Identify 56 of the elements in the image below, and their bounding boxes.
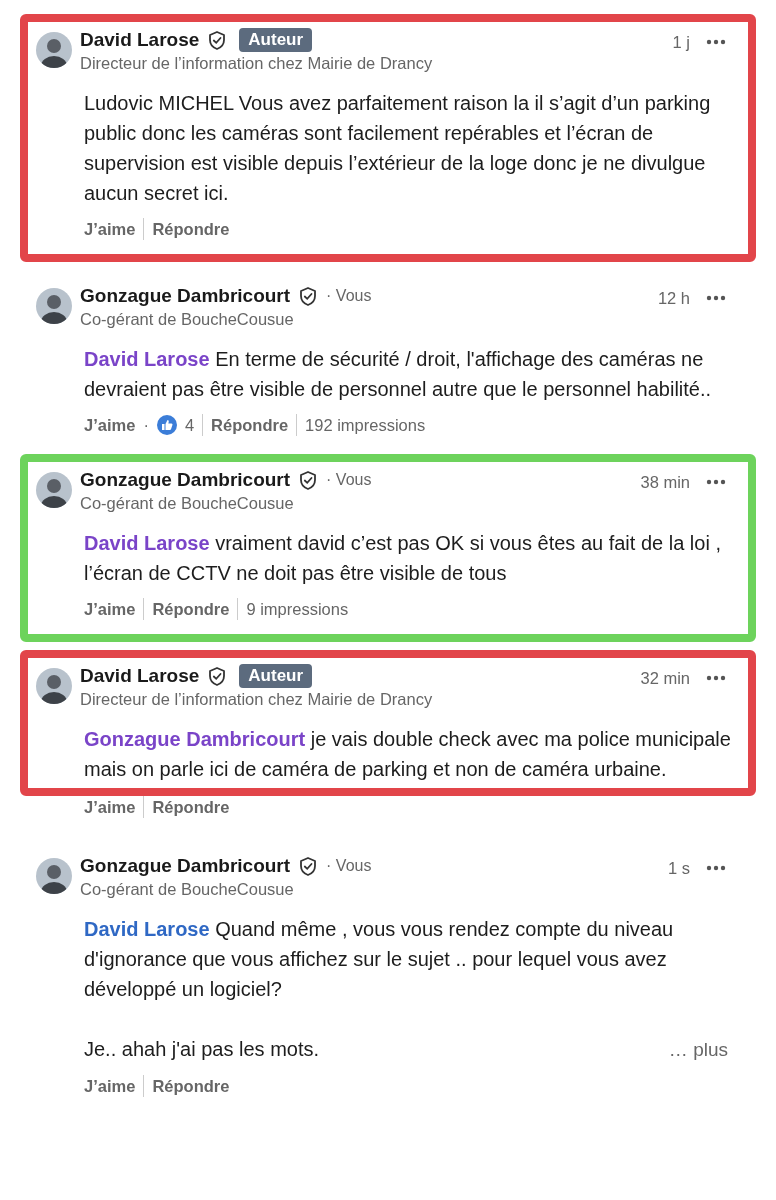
author-badge: Auteur (239, 664, 313, 688)
comment-text: Gonzague Dambricourt je vais double check avec ma police municipale mais on parle ici de caméra de parking et non de caméra urbaine. (84, 727, 732, 782)
author-name[interactable]: Gonzague Dambricourt (80, 468, 291, 492)
more-icon[interactable] (706, 674, 726, 683)
avatar[interactable] (36, 32, 72, 68)
mention-link[interactable]: Gonzague Dambricourt (84, 728, 306, 750)
reply-link[interactable]: Répondre (152, 598, 230, 620)
reply-link[interactable]: Répondre (152, 218, 230, 240)
more-icon[interactable] (706, 38, 726, 47)
you-label: · Vous (326, 856, 372, 876)
comment-text: David Larose Quand même , vous vous rendez compte du niveau d'ignorance que vous affichez sur le sujet .. pour lequel vous avez développé un logiciel? (84, 917, 675, 1002)
author-headline: Co-gérant de BoucheCousue (80, 493, 295, 514)
comment-time: 12 h (657, 288, 690, 309)
mention-link[interactable]: David Larose (84, 918, 210, 940)
comment-time: 1 j (672, 32, 690, 53)
like-link[interactable]: J’aime (84, 796, 136, 818)
comment-time: 38 min (640, 472, 690, 493)
reply-link[interactable]: Répondre (211, 414, 289, 436)
comment-time: 32 min (640, 668, 690, 689)
author-name[interactable]: David Larose (80, 28, 200, 52)
author-headline: Co-gérant de BoucheCousue (80, 309, 295, 330)
comment-text: David Larose En terme de sécurité / droit, l'affichage des caméras ne devraient pas être visible de personnel autre que le personnel habilité.. (84, 347, 713, 402)
more-icon[interactable] (706, 478, 726, 487)
author-headline: Directeur de l’information chez Mairie de Drancy (80, 689, 434, 710)
avatar[interactable] (36, 858, 72, 894)
author-name[interactable]: David Larose (80, 664, 200, 688)
see-more-link[interactable]: … plus (668, 1035, 728, 1065)
comment-text: Je.. ahah j'ai pas les mots. (84, 1037, 320, 1062)
author-headline: Co-gérant de BoucheCousue (80, 879, 295, 900)
like-link[interactable]: J’aime (84, 414, 136, 436)
more-icon[interactable] (706, 294, 726, 303)
you-label: · Vous (326, 286, 372, 306)
reply-link[interactable]: Répondre (152, 1075, 230, 1097)
like-link[interactable]: J’aime (84, 598, 136, 620)
comment-text: Ludovic MICHEL Vous avez parfaitement raison la il s’agit d’un parking public donc les caméras sont facilement repérables et l’écran de supervision est visible depuis l’extérieur de la loge donc je ne divulgue aucun secret ici. (84, 91, 712, 206)
mention-link[interactable]: David Larose (84, 348, 210, 370)
like-link[interactable]: J’aime (84, 1075, 136, 1097)
author-headline: Directeur de l’information chez Mairie de Drancy (80, 53, 434, 74)
thumbs-up-icon (156, 415, 177, 435)
reply-link[interactable]: Répondre (152, 796, 230, 818)
avatar[interactable] (36, 288, 72, 324)
more-icon[interactable] (706, 864, 726, 873)
reaction-count[interactable]: 4 (184, 414, 195, 436)
like-link[interactable]: J’aime (84, 218, 136, 240)
you-label: · Vous (326, 470, 372, 490)
mention-link[interactable]: David Larose (84, 532, 210, 554)
impressions-count: 192 impressions (305, 415, 426, 436)
author-name[interactable]: Gonzague Dambricourt (80, 284, 291, 308)
comment-time: 1 s (668, 858, 690, 879)
comment-text: David Larose vraiment david c’est pas OK si vous êtes au fait de la loi , l’écran de CCTV ne doit pas être visible de tous (84, 531, 722, 586)
separator-dot: · (143, 415, 149, 436)
author-badge: Auteur (239, 28, 313, 52)
impressions-count: 9 impressions (246, 599, 349, 620)
avatar[interactable] (36, 472, 72, 508)
author-name[interactable]: Gonzague Dambricourt (80, 854, 291, 878)
avatar[interactable] (36, 668, 72, 704)
